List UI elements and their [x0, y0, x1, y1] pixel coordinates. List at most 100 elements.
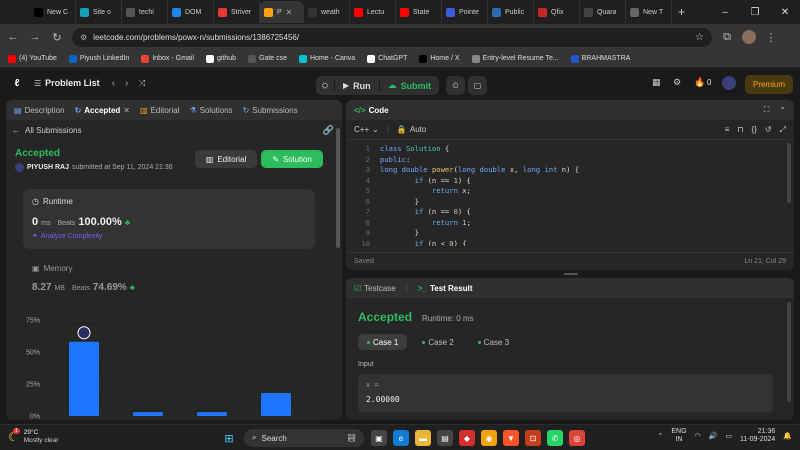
- store-icon[interactable]: ▤: [437, 430, 453, 446]
- case-2-button[interactable]: Case 2: [413, 334, 462, 350]
- premium-button[interactable]: Premium: [745, 75, 793, 94]
- tab-solutions[interactable]: ⚗ Solutions: [189, 106, 232, 115]
- url-field[interactable]: ⚙ leetcode.com/problems/powx-n/submissio…: [72, 27, 712, 47]
- battery-icon[interactable]: ▭: [725, 432, 732, 440]
- bookmark-item[interactable]: Home - Canva: [299, 54, 355, 63]
- file-explorer-icon[interactable]: ▬: [415, 430, 431, 446]
- bookmark-icon[interactable]: ⊓: [737, 125, 743, 134]
- bookmark-item[interactable]: ChatGPT: [367, 54, 407, 63]
- timer-icon[interactable]: ⏲: [446, 76, 465, 95]
- bookmark-star-icon[interactable]: ☆: [695, 32, 704, 43]
- chart-bar[interactable]: [69, 341, 99, 416]
- volume-icon[interactable]: 🔊: [709, 432, 718, 440]
- tray-chevron-icon[interactable]: ⌃: [657, 432, 663, 440]
- code-editor[interactable]: 1 class Solution {2 public: 3 long double po…: [346, 143, 786, 246]
- prev-problem-icon[interactable]: ‹: [112, 78, 115, 89]
- office-icon[interactable]: ⊡: [525, 430, 541, 446]
- edge-icon[interactable]: e: [393, 430, 409, 446]
- solution-button[interactable]: ✎ Solution: [261, 150, 323, 168]
- browser-tab[interactable]: Pointe: [442, 1, 488, 23]
- user-avatar[interactable]: [722, 76, 736, 90]
- panel-resize-handle[interactable]: [564, 273, 578, 275]
- editor-scrollbar[interactable]: [787, 143, 791, 203]
- browser-tab[interactable]: P ✕: [260, 1, 304, 23]
- browser-tab[interactable]: techi: [122, 1, 168, 23]
- menu-icon[interactable]: ⋮: [764, 31, 778, 44]
- chrome-alt-icon[interactable]: ◉: [481, 430, 497, 446]
- code-tab[interactable]: </> Code: [354, 106, 389, 115]
- browser-tab[interactable]: weath: [304, 1, 350, 23]
- problem-list-link[interactable]: Problem List: [45, 78, 100, 88]
- windows-start-icon[interactable]: ⊞: [221, 430, 237, 446]
- browser-tab[interactable]: Lectu: [350, 1, 396, 23]
- close-tab-icon[interactable]: ✕: [286, 8, 293, 17]
- tab-description[interactable]: ▤ Description: [14, 106, 65, 115]
- browser-tab[interactable]: Quara: [580, 1, 626, 23]
- submitter-name[interactable]: PIYUSH RAJ: [27, 164, 69, 171]
- profile-avatar[interactable]: [742, 30, 756, 44]
- maximize-icon[interactable]: ❐: [740, 7, 770, 18]
- settings-icon[interactable]: ⚙: [673, 77, 681, 88]
- minimize-icon[interactable]: –: [710, 7, 740, 18]
- memory-stats[interactable]: 8.27 MB Beats 74.69% ♣: [32, 282, 135, 293]
- layout-icon[interactable]: ▦: [652, 77, 661, 88]
- braces-icon[interactable]: {}: [752, 125, 757, 134]
- all-submissions-link[interactable]: ← All Submissions: [12, 126, 81, 135]
- notes-icon[interactable]: ▢: [468, 76, 487, 95]
- streak-icon[interactable]: 🔥: [694, 77, 705, 88]
- app-red-icon[interactable]: ◆: [459, 430, 475, 446]
- bookmark-item[interactable]: Entry-level Resume Te...: [471, 54, 559, 63]
- wifi-icon[interactable]: ◠: [695, 432, 701, 440]
- extensions-icon[interactable]: ⧉: [720, 31, 734, 44]
- back-icon[interactable]: ←: [6, 31, 20, 43]
- tab-editorial[interactable]: ▥ Editorial: [140, 106, 179, 115]
- auto-mode[interactable]: 🔒 Auto: [397, 125, 426, 134]
- fullscreen-icon[interactable]: ⤢: [780, 125, 786, 135]
- left-scrollbar[interactable]: [336, 128, 340, 248]
- reload-icon[interactable]: ↻: [50, 31, 64, 44]
- tab-submissions[interactable]: ↻ Submissions: [243, 106, 298, 115]
- bookmark-item[interactable]: Gate cse: [248, 54, 287, 63]
- weather-widget[interactable]: ☾ 1 29°C Mostly clear: [8, 428, 58, 445]
- new-tab-icon[interactable]: +: [678, 5, 685, 19]
- reset-icon[interactable]: ↺: [765, 125, 772, 134]
- browser-tab[interactable]: New T: [626, 1, 672, 23]
- tab-test-result[interactable]: >_ Test Result: [418, 284, 473, 293]
- submit-button[interactable]: ☁ Submit: [378, 80, 440, 91]
- editorial-button[interactable]: ▥ Editorial: [195, 150, 257, 168]
- leetcode-logo-icon[interactable]: ℓ: [10, 76, 24, 90]
- language-select[interactable]: C++ ⌄: [354, 125, 379, 134]
- run-button[interactable]: ▶ Run: [334, 80, 379, 91]
- close-window-icon[interactable]: ✕: [770, 7, 800, 18]
- forward-icon[interactable]: →: [28, 31, 42, 43]
- browser-tab[interactable]: Striver: [214, 1, 260, 23]
- result-scrollbar[interactable]: [787, 302, 791, 402]
- language-indicator[interactable]: ENG IN: [671, 428, 686, 444]
- collapse-icon[interactable]: ⌃: [779, 106, 786, 115]
- memory-header[interactable]: ▣ Memory: [32, 264, 72, 273]
- case-3-button[interactable]: Case 3: [469, 334, 518, 350]
- analyze-complexity[interactable]: ✦ Analyze Complexity: [32, 232, 102, 241]
- bookmark-item[interactable]: Inbox - Gmail: [141, 54, 194, 63]
- tab-accepted[interactable]: ↻ Accepted ✕: [75, 106, 130, 115]
- browser-tab[interactable]: DOM: [168, 1, 214, 23]
- next-problem-icon[interactable]: ›: [125, 78, 128, 89]
- chrome-icon[interactable]: ◎: [569, 430, 585, 446]
- close-tab-icon[interactable]: ✕: [123, 106, 130, 115]
- site-info-icon[interactable]: ⚙: [80, 33, 87, 42]
- browser-tab[interactable]: Public: [488, 1, 534, 23]
- whatsapp-icon[interactable]: ✆: [547, 430, 563, 446]
- search-box[interactable]: ⌕ Search 🏞: [244, 429, 364, 447]
- browser-tab[interactable]: Site o: [76, 1, 122, 23]
- notifications-icon[interactable]: 🔔: [783, 432, 792, 440]
- tab-testcase[interactable]: ☑ Testcase: [354, 284, 396, 293]
- bookmark-item[interactable]: github: [205, 54, 236, 63]
- expand-icon[interactable]: ⛶: [764, 105, 770, 115]
- browser-tab[interactable]: New C: [30, 1, 76, 23]
- format-icon[interactable]: ≡: [725, 125, 730, 134]
- browser-tab[interactable]: Qfix: [534, 1, 580, 23]
- bookmark-item[interactable]: Home / X: [419, 54, 460, 63]
- debug-icon[interactable]: ⛭: [316, 81, 334, 91]
- bookmark-item[interactable]: (4) YouTube: [8, 54, 57, 63]
- link-icon[interactable]: 🔗: [323, 125, 334, 136]
